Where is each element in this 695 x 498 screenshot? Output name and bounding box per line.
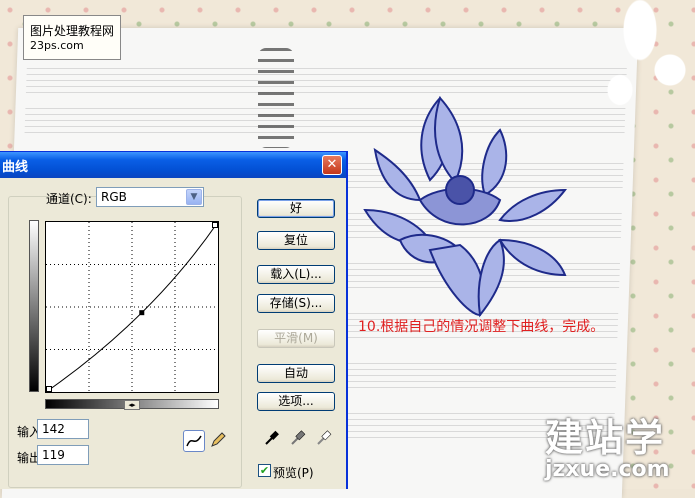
close-button[interactable]: ✕	[322, 155, 342, 175]
pencil-icon[interactable]	[208, 430, 230, 452]
reset-button[interactable]: 复位	[257, 231, 335, 250]
gradient-toggle-icon[interactable]: ◂▸	[124, 400, 140, 410]
logo-text: 图片处理教程网	[30, 24, 115, 38]
logo-url: 23ps.com	[30, 39, 84, 52]
dialog-titlebar[interactable]: 曲线 ✕	[0, 152, 346, 178]
channel-select[interactable]: RGB ▼	[96, 187, 204, 207]
black-eyedropper-icon[interactable]	[261, 428, 283, 450]
save-button[interactable]: 存储(S)...	[257, 294, 335, 313]
output-gradient-bar	[29, 220, 39, 392]
preview-label[interactable]: 预览(P)	[273, 464, 314, 481]
curve-endpoint-black[interactable]	[46, 386, 52, 392]
curve-endpoint-white[interactable]	[212, 222, 218, 228]
curve-tool-icon[interactable]	[183, 430, 205, 452]
input-field[interactable]: 142	[37, 419, 89, 439]
ok-button[interactable]: 好	[257, 199, 335, 218]
smooth-button[interactable]: 平滑(M)	[257, 329, 335, 348]
auto-button[interactable]: 自动	[257, 364, 335, 383]
site-watermark: 建站学 jzxue.com	[535, 405, 695, 489]
white-flowers	[600, 0, 695, 130]
curve-control-point[interactable]	[139, 310, 145, 316]
channel-label: 通道(C):	[46, 192, 92, 206]
dialog-title: 曲线	[2, 160, 29, 175]
lotus-sketch	[360, 90, 585, 320]
close-icon: ✕	[326, 157, 338, 172]
watermark-url: jzxue.com	[545, 457, 670, 482]
tutorial-caption: 10.根据自己的情况调整下曲线，完成。	[358, 319, 605, 335]
channel-value: RGB	[101, 190, 127, 204]
curve-grid	[46, 222, 218, 392]
watermark-title: 建站学	[545, 416, 666, 460]
white-eyedropper-icon[interactable]	[313, 428, 335, 450]
load-button[interactable]: 载入(L)...	[257, 265, 335, 284]
preview-checkbox[interactable]: ✔	[258, 464, 271, 477]
gray-eyedropper-icon[interactable]	[287, 428, 309, 450]
options-button[interactable]: 选项...	[257, 392, 335, 411]
chevron-down-icon[interactable]: ▼	[186, 189, 202, 205]
site-logo: 图片处理教程网 23ps.com	[23, 15, 121, 60]
output-field[interactable]: 119	[37, 445, 89, 465]
checkmark-icon: ✔	[259, 464, 270, 477]
input-gradient-bar[interactable]: ◂▸	[45, 399, 219, 410]
curve-graph[interactable]	[45, 221, 219, 393]
notebook-spiral	[258, 48, 294, 148]
